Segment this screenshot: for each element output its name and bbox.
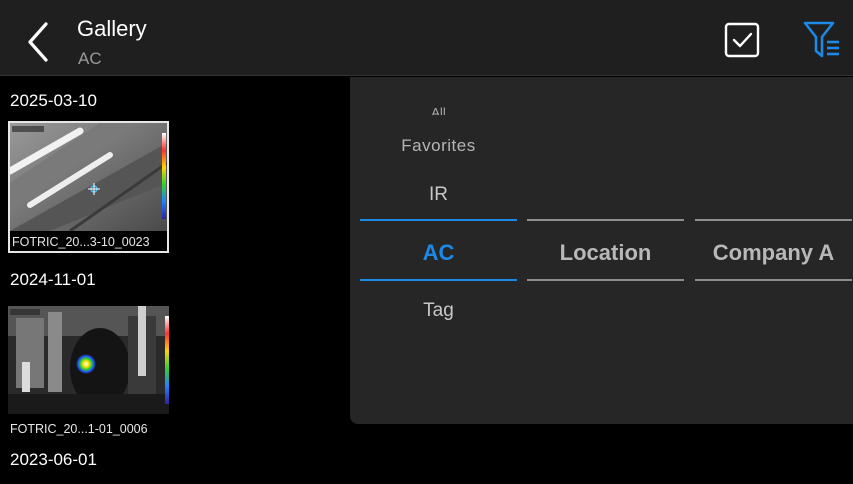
date-header: 2023-06-01 — [10, 450, 97, 469]
category-option-ac[interactable]: AC — [360, 240, 517, 266]
filter-button[interactable] — [803, 20, 841, 60]
thermal-image — [8, 306, 169, 414]
selection-divider-top — [695, 219, 852, 221]
chevron-left-icon — [28, 22, 48, 62]
back-button[interactable] — [22, 20, 58, 64]
location-option[interactable]: Location — [527, 240, 684, 266]
selection-divider-bottom — [360, 279, 517, 281]
select-mode-button[interactable] — [724, 22, 760, 58]
company-option[interactable]: Company A — [695, 240, 852, 266]
gallery-thumbnail[interactable]: FOTRIC_20...1-01_0006 — [8, 306, 169, 438]
app-header: Gallery AC — [0, 0, 853, 76]
thermal-image — [10, 123, 167, 231]
date-header: 2024-11-01 — [10, 270, 96, 289]
category-picker[interactable]: All Favorites IR AC Tag — [360, 77, 517, 424]
filter-list-icon — [803, 21, 839, 58]
company-picker[interactable]: Company A — [695, 77, 852, 424]
selection-divider-top — [527, 219, 684, 221]
selection-divider-bottom — [527, 279, 684, 281]
thumbnail-label: FOTRIC_20...1-01_0006 — [10, 422, 148, 436]
checkbox-icon — [724, 22, 760, 58]
category-option-all[interactable]: All — [360, 105, 517, 115]
selection-divider-bottom — [695, 279, 852, 281]
page-subtitle: AC — [78, 49, 102, 68]
filter-panel: All Favorites IR AC Tag Location Company… — [350, 77, 853, 424]
category-option-tag[interactable]: Tag — [360, 300, 517, 322]
location-picker[interactable]: Location — [527, 77, 684, 424]
thumbnail-label: FOTRIC_20...3-10_0023 — [12, 235, 150, 249]
category-option-favorites[interactable]: Favorites — [360, 136, 517, 156]
selection-divider-top — [360, 219, 517, 221]
category-option-ir[interactable]: IR — [360, 184, 517, 206]
page-title: Gallery — [77, 16, 147, 41]
gallery-thumbnail[interactable]: FOTRIC_20...3-10_0023 — [8, 121, 169, 253]
date-header: 2025-03-10 — [10, 91, 97, 110]
